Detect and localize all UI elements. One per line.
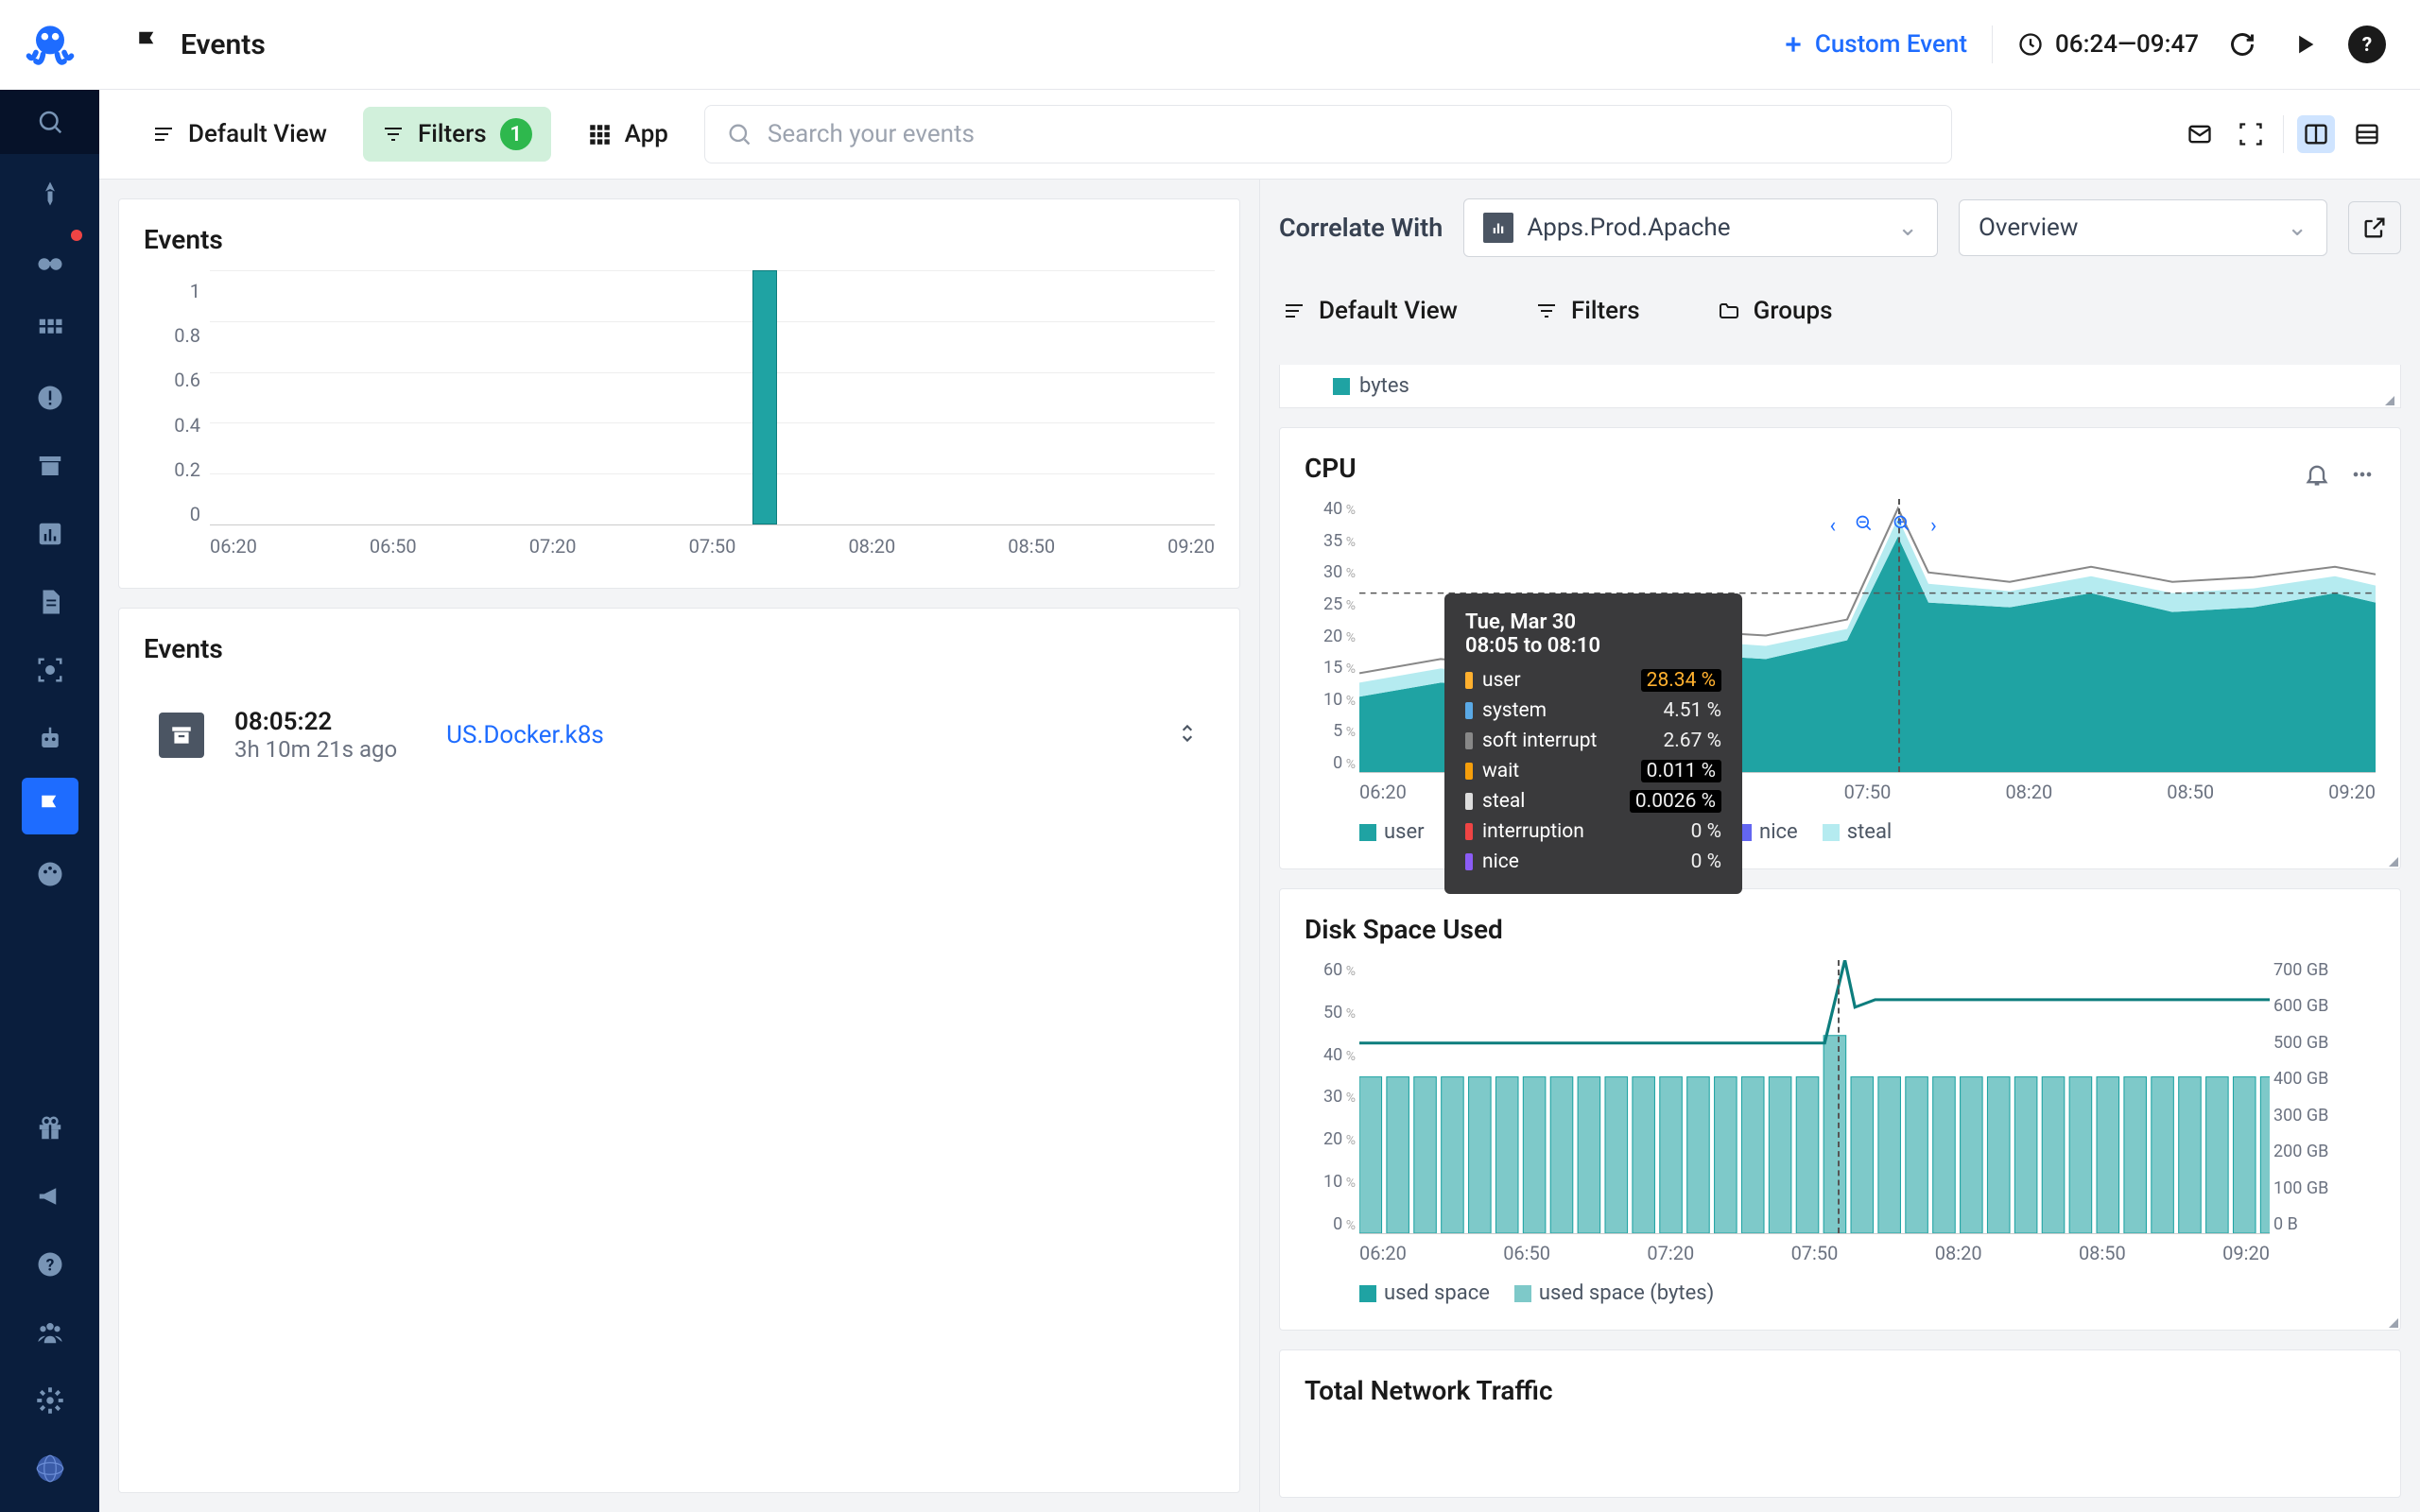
nav-palette-icon[interactable]: [22, 846, 78, 902]
nav-globe-icon[interactable]: [22, 1440, 78, 1497]
nav-document-icon[interactable]: [22, 574, 78, 630]
nav-robot-icon[interactable]: [22, 710, 78, 766]
events-plot[interactable]: [210, 270, 1215, 525]
default-view-button[interactable]: Default View: [133, 109, 346, 160]
right-filters[interactable]: Filters: [1516, 285, 1659, 336]
chevron-down-icon: ⌄: [1897, 214, 1918, 242]
nav-gift-icon[interactable]: [22, 1100, 78, 1157]
view-select[interactable]: Overview ⌄: [1959, 199, 2327, 256]
chevron-right-icon[interactable]: ›: [1930, 514, 1937, 539]
disk-x-axis: 06:2006:5007:2007:5008:2008:5009:20: [1359, 1234, 2270, 1264]
disk-panel: Disk Space Used 6050403020100 700 GB600 …: [1279, 888, 2401, 1331]
svg-text:?: ?: [45, 1256, 54, 1275]
zoom-in-icon[interactable]: [1893, 514, 1911, 539]
events-x-axis: 06:2006:5007:2007:5008:2008:5009:20: [210, 525, 1215, 558]
network-title: Total Network Traffic: [1305, 1375, 2376, 1406]
time-range-button[interactable]: 06:24—09:47: [2017, 30, 2199, 59]
cpu-tooltip: Tue, Mar 30 08:05 to 08:10 user28.34 %sy…: [1444, 593, 1742, 894]
play-icon[interactable]: [2286, 26, 2324, 63]
app-button[interactable]: App: [568, 109, 687, 160]
split-view-icon[interactable]: [2297, 115, 2335, 153]
event-time: 08:05:22: [234, 708, 397, 736]
nav-grid-icon[interactable]: [22, 301, 78, 358]
dataset-select[interactable]: Apps.Prod.Apache ⌄: [1463, 198, 1938, 257]
chevron-left-icon[interactable]: ‹: [1830, 514, 1837, 539]
chevron-down-icon: ⌄: [2287, 214, 2308, 242]
nav-archive-icon[interactable]: [22, 438, 78, 494]
refresh-icon[interactable]: [2223, 26, 2261, 63]
filters-button[interactable]: Filters 1: [363, 107, 551, 162]
right-groups[interactable]: Groups: [1699, 285, 1852, 336]
bell-icon[interactable]: [2304, 461, 2330, 491]
nav-search-icon[interactable]: [0, 90, 99, 154]
cpu-plot[interactable]: ‹ ›: [1359, 499, 2376, 773]
logo[interactable]: [0, 0, 99, 90]
nav-chart-icon[interactable]: [22, 506, 78, 562]
disk-y-left: 6050403020100: [1305, 960, 1356, 1234]
events-chart-title: Events: [144, 224, 1215, 255]
right-toolbar: Default View Filters Groups: [1279, 276, 2401, 346]
disk-plot[interactable]: [1359, 960, 2270, 1234]
nav-flag-icon[interactable]: [22, 778, 78, 834]
nav-team-icon[interactable]: [22, 1304, 78, 1361]
nav-capture-icon[interactable]: [22, 642, 78, 698]
event-ago: 3h 10m 21s ago: [234, 736, 397, 763]
search-icon: [726, 121, 752, 147]
page-title: Events: [181, 28, 266, 61]
nav-settings-icon[interactable]: [22, 1372, 78, 1429]
zoom-out-icon[interactable]: [1855, 514, 1874, 539]
list-view-icon[interactable]: [2348, 115, 2386, 153]
disk-title: Disk Space Used: [1305, 914, 2376, 945]
more-icon[interactable]: [2349, 461, 2376, 491]
nav-rocket-icon[interactable]: [22, 165, 78, 222]
right-default-view[interactable]: Default View: [1283, 285, 1477, 336]
events-y-axis: 10.80.60.40.20: [144, 280, 200, 525]
disk-y-right: 700 GB600 GB500 GB400 GB300 GB200 GB100 …: [2273, 960, 2376, 1234]
search-input[interactable]: [768, 120, 1930, 148]
disk-legend: used spaceused space (bytes): [1305, 1264, 2376, 1305]
custom-event-button[interactable]: Custom Event: [1781, 30, 1967, 59]
bytes-legend: bytes: [1279, 365, 2401, 408]
search-input-container[interactable]: [704, 105, 1952, 163]
events-chart-panel: Events 10.80.60.40.20 06:2006:5007:2007:…: [118, 198, 1240, 589]
zoom-controls[interactable]: ‹ ›: [1830, 514, 1937, 539]
help-icon[interactable]: ?: [2348, 26, 2386, 63]
nav-megaphone-icon[interactable]: [22, 1168, 78, 1225]
toolbar: Default View Filters 1 App: [99, 90, 2420, 180]
fullscreen-icon[interactable]: [2232, 115, 2270, 153]
nav-alert-icon[interactable]: [22, 369, 78, 426]
events-list-title: Events: [144, 633, 1215, 664]
expand-icon[interactable]: [1175, 721, 1200, 749]
sidebar: ?: [0, 0, 99, 1512]
filters-count-badge: 1: [500, 118, 532, 150]
external-link-icon[interactable]: [2348, 201, 2401, 254]
dataset-chip-icon: [1483, 213, 1513, 243]
nav-binocular-icon[interactable]: [22, 233, 78, 290]
events-list-panel: Events 08:05:22 3h 10m 21s ago US.Docker…: [118, 608, 1240, 1493]
flag-icon: [133, 28, 162, 60]
network-panel: Total Network Traffic: [1279, 1349, 2401, 1498]
svg-text:?: ?: [2362, 34, 2372, 57]
mail-icon[interactable]: [2181, 115, 2219, 153]
archive-icon: [159, 713, 204, 758]
cpu-y-axis: 4035302520151050: [1305, 499, 1356, 773]
correlate-label: Correlate With: [1279, 213, 1443, 243]
nav-help-icon[interactable]: ?: [22, 1236, 78, 1293]
cpu-panel: CPU 4035302520151050 ‹: [1279, 427, 2401, 869]
cpu-title: CPU: [1305, 453, 1357, 484]
correlate-bar: Correlate With Apps.Prod.Apache ⌄ Overvi…: [1279, 198, 2401, 257]
event-link[interactable]: US.Docker.k8s: [446, 721, 604, 749]
topbar: Events Custom Event 06:24—09:47 ?: [99, 0, 2420, 90]
event-row[interactable]: 08:05:22 3h 10m 21s ago US.Docker.k8s: [144, 679, 1215, 791]
